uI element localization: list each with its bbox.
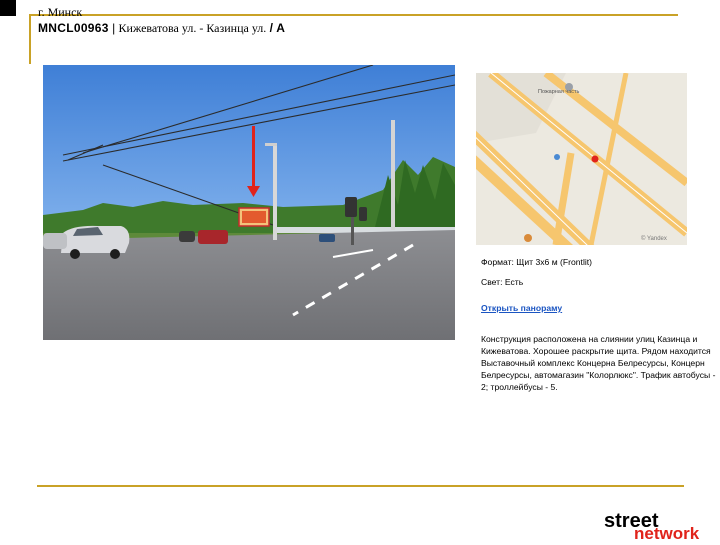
- map-poi-label: Пожарная часть: [538, 89, 580, 95]
- format-text: Формат: Щит 3х6 м (Frontlit): [481, 257, 593, 267]
- footer-divider: [37, 485, 684, 487]
- board-code: MNCL00963: [38, 21, 109, 35]
- accent-vertical-line: [29, 14, 31, 64]
- map-copyright: © Yandex: [641, 235, 667, 242]
- header-divider: [29, 14, 678, 16]
- corner-marker: [0, 0, 16, 16]
- board-address: Кижеватова ул. - Казинца ул.: [118, 21, 267, 35]
- street-network-logo: street network: [602, 508, 720, 543]
- board-location-marker: [591, 155, 599, 163]
- description-text: Конструкция расположена на слиянии улиц …: [481, 334, 716, 392]
- board-side: / А: [266, 21, 285, 35]
- open-panorama-link[interactable]: Открыть панораму: [481, 302, 562, 314]
- title-separator: |: [108, 21, 119, 35]
- location-map[interactable]: Пожарная часть © Yandex: [476, 73, 687, 245]
- light-text: Свет: Есть: [481, 277, 524, 287]
- billboard-photo: [43, 65, 455, 340]
- logo-line2: network: [634, 524, 700, 540]
- page-title: MNCL00963 | Кижеватова ул. - Казинца ул.…: [38, 21, 285, 36]
- city-label: г. Минск: [38, 5, 83, 19]
